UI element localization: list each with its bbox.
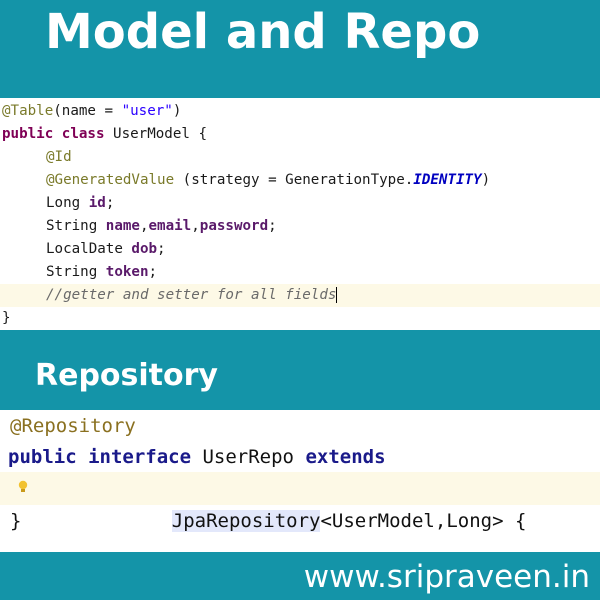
code-line-3: @Id: [0, 146, 600, 169]
code-line-4: @GeneratedValue (strategy = GenerationTy…: [46, 172, 491, 188]
repository-annotation: @Repository: [10, 415, 136, 437]
field-id: id: [88, 195, 106, 211]
code-line-2: public class UserModel {: [2, 126, 208, 142]
generated-value-annotation: @GeneratedValue: [46, 172, 175, 188]
table-annotation: @Table: [2, 103, 54, 119]
table-name-string: "user": [121, 103, 173, 119]
interface-name: UserRepo: [191, 446, 306, 468]
footer-website: www.sripraveen.in: [303, 559, 590, 595]
repo-line-2: public interface UserRepo extends: [8, 446, 386, 468]
repo-code-editor[interactable]: @Repository public interface UserRepo ex…: [0, 410, 600, 552]
lightbulb-icon[interactable]: [18, 480, 28, 494]
code-line-5: Long id;: [46, 195, 115, 211]
page-title: Model and Repo: [45, 4, 481, 60]
code-line-7: LocalDate dob;: [46, 241, 166, 257]
code-line-6: String name,email,password;: [46, 218, 277, 234]
repo-line-1: @Repository: [0, 410, 600, 443]
repo-line-4: }: [10, 510, 22, 532]
field-dob: dob: [131, 241, 158, 257]
field-password: password: [199, 218, 269, 234]
field-email: email: [148, 218, 192, 234]
code-line-1: @Table(name = "user"): [2, 103, 182, 119]
class-declaration: UserModel {: [104, 126, 208, 142]
code-line-9: //getter and setter for all fields: [0, 284, 600, 307]
code-line-10: }: [2, 310, 11, 326]
model-code-editor[interactable]: @Table(name = "user") public class UserM…: [0, 98, 600, 330]
field-token: token: [105, 264, 149, 280]
id-annotation: @Id: [46, 149, 72, 165]
section-heading-repository: Repository: [35, 358, 218, 393]
repo-line-3: JpaRepository<UserModel,Long> {: [0, 472, 600, 532]
getter-setter-comment: //getter and setter for all fields: [46, 287, 337, 303]
field-name: name: [105, 218, 140, 234]
text-caret: [336, 287, 338, 303]
code-line-8: String token;: [46, 264, 158, 280]
